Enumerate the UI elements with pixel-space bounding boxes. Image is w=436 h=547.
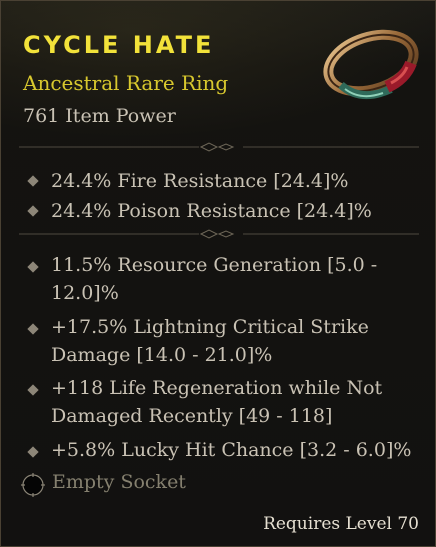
implicit-stat: 24.4% Poison Resistance [24.4]%	[51, 200, 372, 222]
level-requirement: Requires Level 70	[263, 514, 419, 534]
item-tooltip: CYCLE HATE Ancestral Rare Ring 761 Item …	[0, 0, 436, 547]
affix-line: +5.8% Lucky Hit Chance [3.2 - 6.0]%	[51, 439, 412, 461]
stat-bullet-icon	[27, 446, 39, 458]
socket-label: Empty Socket	[52, 471, 186, 493]
item-type: Ancestral Rare Ring	[23, 71, 229, 95]
stat-bullet-icon	[27, 323, 39, 335]
item-name: CYCLE HATE	[23, 31, 215, 59]
affix-line: Damage [14.0 - 21.0]%	[51, 344, 273, 366]
divider	[19, 229, 419, 239]
affix-line: +17.5% Lightning Critical Strike	[51, 316, 369, 338]
ring-icon	[323, 29, 419, 99]
affix-line: 11.5% Resource Generation [5.0 -	[51, 254, 378, 276]
divider	[19, 142, 419, 152]
stat-bullet-icon	[27, 205, 39, 217]
stat-bullet-icon	[27, 384, 39, 396]
affix-line: Damaged Recently [49 - 118]	[51, 405, 333, 427]
empty-socket-icon	[21, 473, 45, 497]
stat-bullet-icon	[27, 175, 39, 187]
stat-bullet-icon	[27, 261, 39, 273]
affix-line: +118 Life Regeneration while Not	[51, 377, 383, 399]
item-power: 761 Item Power	[23, 105, 176, 127]
affix-line: 12.0]%	[51, 282, 119, 304]
implicit-stat: 24.4% Fire Resistance [24.4]%	[51, 170, 349, 192]
